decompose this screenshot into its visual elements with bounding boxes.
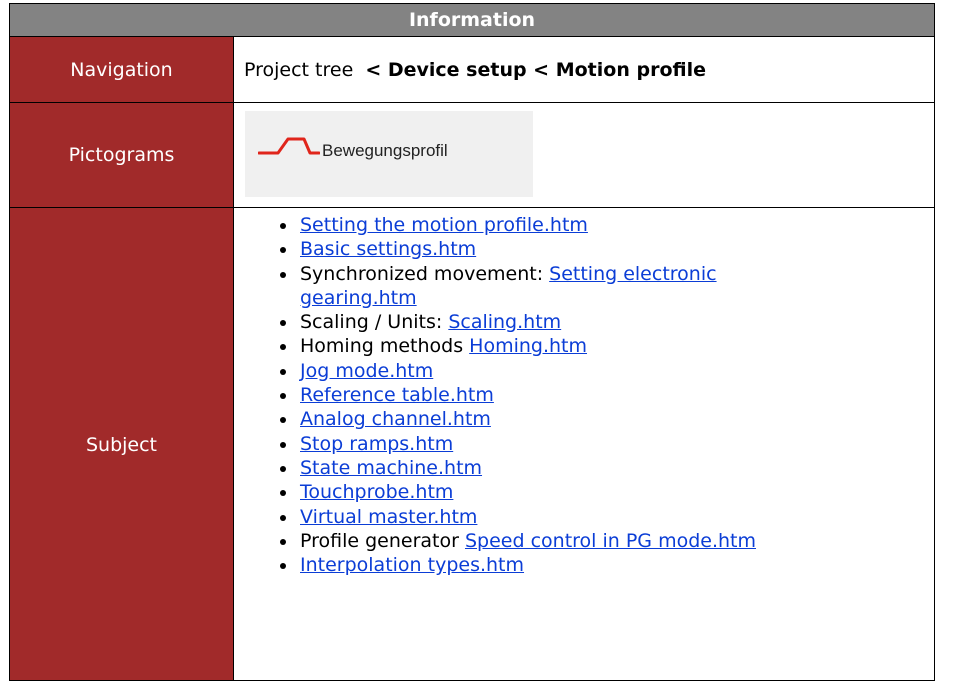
item-prefix: Synchronized movement: [300, 262, 550, 285]
navigation-path: < Device setup < Motion profile [365, 58, 706, 81]
navigation-value: Project tree < Device setup < Motion pro… [234, 37, 934, 102]
pictograms-label: Pictograms [10, 103, 234, 207]
bullet-icon [280, 538, 286, 545]
list-item: Virtual master.htm [280, 505, 934, 529]
list-item: Profile generator Speed control in PG mo… [280, 529, 934, 553]
list-item: Setting the motion profile.htm [280, 213, 934, 237]
table-header: Information [10, 4, 934, 37]
bullet-icon [280, 563, 286, 570]
list-item: Synchronized movement: Setting electroni… [280, 262, 934, 311]
bullet-icon [280, 514, 286, 521]
bullet-icon [280, 490, 286, 497]
subject-link[interactable]: Virtual master.htm [300, 506, 477, 528]
navigation-prefix: Project tree [244, 58, 360, 81]
bullet-icon [280, 441, 286, 448]
bullet-icon [280, 247, 286, 254]
information-table: Information Navigation Project tree < De… [9, 3, 935, 681]
bullet-icon [280, 393, 286, 400]
pictogram-image: Bewegungsprofil [245, 111, 533, 197]
bullet-icon [280, 271, 286, 278]
motion-profile-trapezoid-icon [258, 137, 320, 155]
subject-link[interactable]: State machine.htm [300, 457, 482, 479]
subject-row: Subject Setting the motion profile.htm Ba… [10, 208, 934, 680]
subject-link[interactable]: Jog mode.htm [300, 360, 433, 382]
subject-link[interactable]: Touchprobe.htm [300, 481, 453, 503]
pictograms-row: Pictograms Bewegungsprofil [10, 103, 934, 208]
pictogram-text: Bewegungsprofil [322, 141, 448, 160]
list-item: Stop ramps.htm [280, 432, 934, 456]
list-item: Interpolation types.htm [280, 553, 934, 577]
subject-link[interactable]: Setting the motion profile.htm [300, 214, 588, 236]
subject-link[interactable]: Analog channel.htm [300, 408, 491, 430]
subject-link[interactable]: Speed control in PG mode.htm [465, 530, 756, 552]
bullet-icon [280, 223, 286, 229]
subject-link[interactable]: Interpolation types.htm [300, 554, 524, 576]
subject-link[interactable]: Setting electronic [549, 263, 716, 285]
subject-link[interactable]: Stop ramps.htm [300, 433, 453, 455]
bullet-icon [280, 465, 286, 472]
item-prefix: Homing methods [300, 335, 470, 358]
subject-link[interactable]: Scaling.htm [448, 311, 561, 333]
list-item: Touchprobe.htm [280, 480, 934, 504]
subject-link[interactable]: Reference table.htm [300, 384, 494, 406]
pictograms-value: Bewegungsprofil [234, 103, 934, 207]
item-prefix: Profile generator [300, 529, 465, 552]
list-item: State machine.htm [280, 456, 934, 480]
subject-value: Setting the motion profile.htm Basic sett… [234, 208, 934, 680]
list-item: Reference table.htm [280, 383, 934, 407]
navigation-row: Navigation Project tree < Device setup <… [10, 37, 934, 103]
bullet-icon [280, 368, 286, 375]
subject-link[interactable]: Basic settings.htm [300, 238, 476, 260]
list-item: Analog channel.htm [280, 407, 934, 431]
bullet-icon [280, 344, 286, 351]
subject-link[interactable]: Homing.htm [469, 335, 587, 357]
subject-list: Setting the motion profile.htm Basic sett… [234, 213, 934, 577]
navigation-label: Navigation [10, 37, 234, 102]
list-item: Scaling / Units: Scaling.htm [280, 310, 934, 334]
item-prefix: Scaling / Units: [300, 311, 449, 334]
bullet-icon [280, 320, 286, 327]
subject-link-continued[interactable]: gearing.htm [300, 287, 417, 309]
list-item: Jog mode.htm [280, 359, 934, 383]
subject-label: Subject [10, 208, 234, 680]
list-item: Homing methods Homing.htm [280, 334, 934, 358]
bullet-icon [280, 417, 286, 424]
list-item: Basic settings.htm [280, 237, 934, 261]
